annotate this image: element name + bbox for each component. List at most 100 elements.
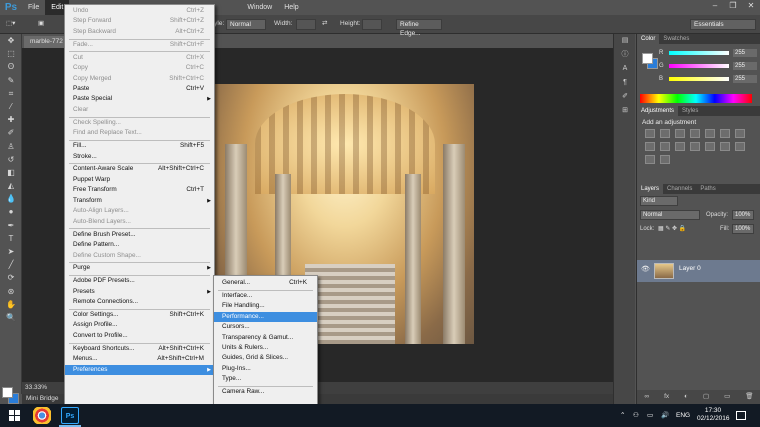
action-center-icon[interactable] [736,411,746,420]
menu-item-content-aware-scale[interactable]: Content-Aware Scale Alt+Shift+Ctrl+C [65,164,214,174]
menu-item-clear[interactable]: Clear [65,105,214,115]
gradient-map-icon[interactable] [645,155,655,164]
taskbar-clock[interactable]: 17:30 02/12/2016 [697,407,730,423]
menu-item-free-transform[interactable]: Free Transform Ctrl+T [65,185,214,195]
3d-orbit-tool-icon[interactable]: ⊛ [0,285,22,298]
clone-source-panel-icon[interactable]: ⊞ [614,104,636,118]
clone-stamp-tool-icon[interactable]: ♙ [0,140,22,153]
layer-thumbnail[interactable] [654,263,674,279]
height-field[interactable] [362,19,382,30]
workspace-select[interactable]: Essentials [690,19,756,30]
menu-item-remote-connections[interactable]: Remote Connections... [65,297,214,307]
tab-paths[interactable]: Paths [696,184,719,194]
tab-adjustments[interactable]: Adjustments [637,106,679,116]
zoom-level[interactable]: 33.33% [25,382,47,394]
green-value[interactable]: 255 [733,62,757,70]
invert-icon[interactable] [705,142,715,151]
foreground-color-swatch[interactable] [2,387,13,398]
menu-item-step-forward[interactable]: Step Forward Shift+Ctrl+Z [65,16,214,26]
width-field[interactable] [296,19,316,30]
tray-volume-icon[interactable]: 🔊 [661,404,669,427]
menu-item-cursors[interactable]: Cursors... [214,322,317,332]
fill-field[interactable]: 100% [732,224,754,234]
color-balance-icon[interactable] [735,129,745,138]
exposure-icon[interactable] [690,129,700,138]
menu-item-camera-raw[interactable]: Camera Raw... [214,387,317,397]
menu-item-define-custom-shape[interactable]: Define Custom Shape... [65,251,214,261]
menu-item-define-brush-preset[interactable]: Define Brush Preset... [65,230,214,240]
menu-item-units-rulers[interactable]: Units & Rulers... [214,343,317,353]
adjustment-layer-icon[interactable]: ◐ [684,390,688,404]
menu-item-copy[interactable]: Copy Ctrl+C [65,63,214,73]
crop-tool-icon[interactable]: ⌗ [0,87,22,100]
lasso-tool-icon[interactable]: ʘ [0,60,22,73]
posterize-icon[interactable] [720,142,730,151]
maximize-button[interactable]: ❐ [724,0,742,13]
menu-item-presets[interactable]: Presets ▶ [65,287,214,297]
move-tool-icon[interactable]: ✥ [0,34,22,47]
brush-panel-icon[interactable]: ✐ [614,90,636,104]
tool-preset-icon[interactable]: ⬚▾ [6,18,15,30]
color-lookup-icon[interactable] [690,142,700,151]
pen-tool-icon[interactable]: ✒ [0,219,22,232]
eraser-tool-icon[interactable]: ◧ [0,166,22,179]
path-selection-tool-icon[interactable]: ➤ [0,245,22,258]
photo-filter-icon[interactable] [660,142,670,151]
menu-item-transparency-gamut[interactable]: Transparency & Gamut... [214,333,317,343]
menu-item-preferences[interactable]: Preferences ▶ [65,364,214,376]
style-select[interactable]: Normal [226,19,266,30]
properties-panel-icon[interactable]: ⓘ [614,48,636,62]
menu-item-fade[interactable]: Fade... Shift+Ctrl+F [65,40,214,50]
menu-item-define-pattern[interactable]: Define Pattern... [65,240,214,250]
menu-item-interface[interactable]: Interface... [214,291,317,301]
new-layer-icon[interactable]: ▭ [724,390,730,404]
minimize-button[interactable]: – [706,0,724,13]
opacity-field[interactable]: 100% [732,210,754,220]
menu-item-keyboard-shortcuts[interactable]: Keyboard Shortcuts... Alt+Shift+Ctrl+K [65,344,214,354]
quick-selection-tool-icon[interactable]: ✎ [0,74,22,87]
channel-mixer-icon[interactable] [675,142,685,151]
link-layers-icon[interactable]: ∞ [644,390,649,404]
menu-item-find-and-replace-text[interactable]: Find and Replace Text... [65,128,214,138]
green-bar[interactable] [669,64,729,68]
menu-item-paste-special[interactable]: Paste Special ▶ [65,94,214,104]
swap-icon[interactable]: ⇄ [322,18,327,30]
close-button[interactable]: ✕ [742,0,760,13]
eyedropper-tool-icon[interactable]: ⁄ [0,100,22,113]
color-spectrum[interactable] [640,94,752,103]
menu-item-guides-grid-slices[interactable]: Guides, Grid & Slices... [214,353,317,363]
menu-item-color-settings[interactable]: Color Settings... Shift+Ctrl+K [65,310,214,320]
color-swatches[interactable] [2,387,20,405]
tray-people-icon[interactable]: ⚇ [633,404,639,427]
green-slider[interactable]: G 255 [659,62,759,70]
selective-color-icon[interactable] [660,155,670,164]
layer-style-icon[interactable]: fx [664,390,669,404]
dodge-tool-icon[interactable]: ● [0,205,22,218]
foreground-color-chip[interactable] [642,53,653,64]
menu-item-type[interactable]: Type... [214,374,317,384]
red-value[interactable]: 255 [733,49,757,57]
blue-value[interactable]: 255 [733,75,757,83]
tab-channels[interactable]: Channels [663,184,696,194]
history-brush-tool-icon[interactable]: ↺ [0,153,22,166]
marquee-tool-icon[interactable]: ⬚ [0,47,22,60]
red-bar[interactable] [669,51,729,55]
windows-start-icon[interactable] [9,410,20,421]
menu-file[interactable]: File [22,0,45,15]
menu-item-copy-merged[interactable]: Copy Merged Shift+Ctrl+C [65,74,214,84]
menu-item-paste[interactable]: Paste Ctrl+V [65,84,214,94]
tray-network-icon[interactable]: ▭ [647,404,653,427]
layer-name[interactable]: Layer 0 [679,265,701,272]
menu-item-general[interactable]: General... Ctrl+K [214,278,317,288]
menu-item-check-spelling[interactable]: Check Spelling... [65,118,214,128]
menu-help[interactable]: Help [278,0,304,15]
menu-item-menus[interactable]: Menus... Alt+Shift+Ctrl+M [65,354,214,364]
chrome-taskbar-icon[interactable] [33,407,51,424]
menu-item-undo[interactable]: Undo Ctrl+Z [65,6,214,16]
brush-tool-icon[interactable]: ✐ [0,126,22,139]
layer-kind-select[interactable]: Kind [640,196,678,206]
selection-mode-icons[interactable]: ▣ [38,18,44,30]
photoshop-taskbar-icon[interactable]: Ps [61,407,79,424]
document-tab[interactable]: marble-772 [24,36,69,48]
delete-layer-icon[interactable]: 🗑 [745,390,753,404]
